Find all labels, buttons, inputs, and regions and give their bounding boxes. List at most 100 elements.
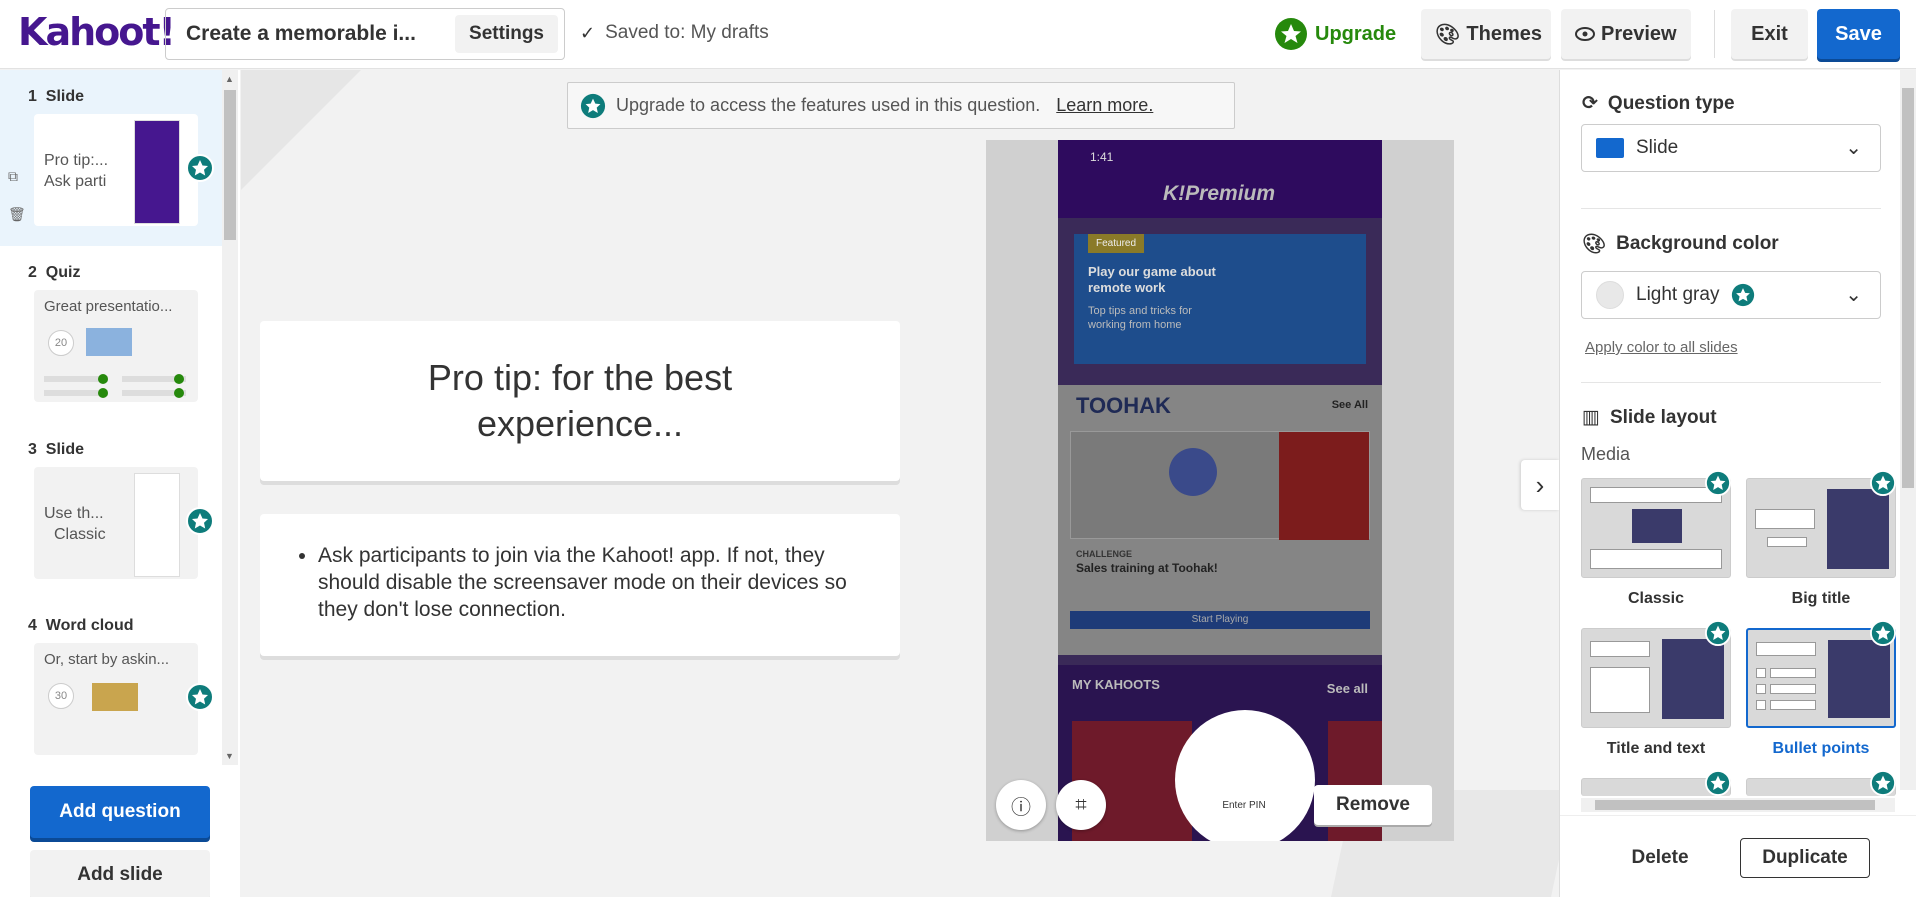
- slide-title-input[interactable]: Pro tip: for the best experience...: [260, 321, 900, 481]
- slide-image-thumb: [92, 683, 138, 711]
- panel-actions: Delete Duplicate: [1560, 815, 1916, 897]
- scrollbar-thumb[interactable]: [1595, 800, 1875, 810]
- chevron-right-icon[interactable]: ›: [1521, 460, 1559, 510]
- featured-card: Featured Play our game about remote work…: [1074, 234, 1366, 364]
- top-bar: Kahoot! Create a memorable i... Settings…: [0, 0, 1916, 69]
- chevron-down-icon: ⌄: [1845, 284, 1862, 306]
- divider: [1581, 382, 1881, 383]
- decoration: [241, 70, 361, 190]
- layout-label: Classic: [1627, 590, 1685, 607]
- slide-item-2[interactable]: 2 Quiz Great presentatio... 20: [0, 246, 222, 422]
- preview-label: Preview: [1601, 22, 1677, 45]
- slide-thumbnail[interactable]: Great presentatio... 20: [34, 290, 198, 402]
- slide-image-thumb: [134, 473, 180, 577]
- duplicate-button[interactable]: Duplicate: [1740, 838, 1870, 878]
- themes-button[interactable]: 🎨︎ Themes: [1421, 9, 1551, 59]
- eye-icon: [1575, 27, 1595, 41]
- layout-label: Bullet points: [1772, 740, 1870, 757]
- scroll-up-icon[interactable]: ▲: [225, 74, 234, 84]
- featured-title: Play our game about remote work: [1088, 264, 1216, 295]
- slide-item-3[interactable]: 3 Slide Use th... Classic: [0, 423, 222, 599]
- phone-header: 1:41 K!Premium: [1058, 140, 1382, 218]
- exit-button[interactable]: Exit: [1731, 9, 1808, 59]
- layout-block: [1756, 700, 1766, 710]
- premium-brand: K!Premium: [1163, 182, 1276, 205]
- layout-block: [1770, 684, 1816, 694]
- premium-star-icon: [186, 154, 214, 182]
- slide-label: 2 Quiz: [28, 264, 81, 281]
- kahoot-title[interactable]: Create a memorable i...: [186, 22, 446, 46]
- scroll-down-icon[interactable]: ▼: [225, 751, 234, 761]
- see-all-link: See all: [1326, 681, 1368, 696]
- crop-icon[interactable]: ⌗: [1056, 780, 1106, 830]
- layout-block: [1756, 642, 1816, 656]
- themes-label: Themes: [1466, 22, 1542, 45]
- background-color-value: Light gray: [1636, 284, 1720, 305]
- remove-media-button[interactable]: Remove: [1314, 785, 1432, 825]
- slide-thumbnail[interactable]: Or, start by askin... 30: [34, 643, 198, 755]
- info-icon[interactable]: ⓘ: [996, 780, 1046, 830]
- save-button[interactable]: Save: [1817, 9, 1900, 59]
- scrollbar-thumb[interactable]: [224, 90, 236, 240]
- properties-panel: ⟳ Question type Slide ⌄ 🎨︎ Background co…: [1559, 70, 1916, 897]
- layout-image: [1827, 489, 1889, 569]
- duplicate-icon[interactable]: ⧉: [8, 168, 18, 185]
- layout-block: [1756, 668, 1766, 678]
- media-preview[interactable]: 1:41 K!Premium Featured Play our game ab…: [986, 140, 1454, 841]
- palette-icon: 🎨︎: [1582, 234, 1607, 255]
- color-swatch: [1596, 281, 1624, 309]
- upgrade-button[interactable]: Upgrade: [1275, 18, 1396, 50]
- bullet-item: Ask participants to join via the Kahoot!…: [318, 542, 850, 623]
- slide-thumbnail[interactable]: Pro tip:... Ask parti: [34, 114, 198, 226]
- see-all-link: See All: [1331, 399, 1368, 411]
- premium-star-icon: [186, 507, 214, 535]
- slide-label: 4 Word cloud: [28, 617, 134, 634]
- banner-text: Upgrade to access the features used in t…: [616, 95, 1041, 115]
- scrollbar-thumb[interactable]: [1902, 88, 1914, 488]
- challenge-image: [1070, 431, 1370, 540]
- slide-thumbnail[interactable]: Use th... Classic: [34, 467, 198, 579]
- enter-pin-circle: [1175, 710, 1315, 841]
- settings-button[interactable]: Settings: [455, 15, 558, 53]
- properties-scrollbar[interactable]: [1900, 70, 1916, 790]
- layout-image: [1828, 640, 1890, 718]
- slide-text: Classic: [54, 526, 106, 543]
- slide-label: 1 Slide: [28, 88, 85, 105]
- upgrade-banner: Upgrade to access the features used in t…: [567, 82, 1235, 129]
- slide-item-1[interactable]: 1 Slide ⧉ 🗑︎ Pro tip:... Ask parti: [0, 70, 222, 246]
- apply-color-link[interactable]: Apply color to all slides: [1585, 339, 1738, 356]
- slide-text: Pro tip:...: [44, 152, 109, 169]
- layout-horizontal-scrollbar[interactable]: [1581, 798, 1895, 812]
- learn-more-link[interactable]: Learn more.: [1056, 95, 1153, 116]
- correct-dot: [98, 388, 108, 398]
- correct-dot: [174, 374, 184, 384]
- media-label: Media: [1581, 444, 1631, 464]
- title-input-group[interactable]: Create a memorable i... Settings: [165, 8, 565, 60]
- trash-icon[interactable]: 🗑︎: [8, 206, 26, 223]
- slide-type-icon: [1596, 138, 1624, 158]
- premium-star-icon: [1275, 18, 1307, 50]
- layout-block: [1755, 509, 1815, 529]
- delete-button[interactable]: Delete: [1610, 838, 1710, 878]
- slide-item-4[interactable]: 4 Word cloud Or, start by askin... 30: [0, 599, 222, 765]
- slide-image-thumb: [86, 328, 132, 356]
- kahoot-logo[interactable]: Kahoot!: [18, 10, 176, 54]
- question-type-select[interactable]: Slide ⌄: [1581, 124, 1881, 172]
- add-slide-button[interactable]: Add slide: [30, 850, 210, 897]
- premium-star-icon: [1870, 770, 1896, 796]
- slides-scrollbar[interactable]: ▲ ▼: [222, 70, 238, 765]
- featured-subtitle: Top tips and tricks for working from hom…: [1088, 305, 1192, 331]
- phone-time: 1:41: [1090, 150, 1114, 164]
- layout-icon: ▥: [1582, 407, 1600, 428]
- background-color-select[interactable]: Light gray ⌄: [1581, 271, 1881, 319]
- company-brand: TOOHAK: [1076, 393, 1171, 418]
- layout-block: [1590, 641, 1650, 657]
- premium-star-icon: [1870, 470, 1896, 496]
- add-question-button[interactable]: Add question: [30, 786, 210, 838]
- premium-star-icon: [1705, 470, 1731, 496]
- preview-button[interactable]: Preview: [1561, 9, 1691, 59]
- divider: [1714, 10, 1715, 58]
- layout-block: [1770, 668, 1816, 678]
- premium-star-icon: [1870, 620, 1896, 646]
- slide-text-input[interactable]: Ask participants to join via the Kahoot!…: [260, 514, 900, 656]
